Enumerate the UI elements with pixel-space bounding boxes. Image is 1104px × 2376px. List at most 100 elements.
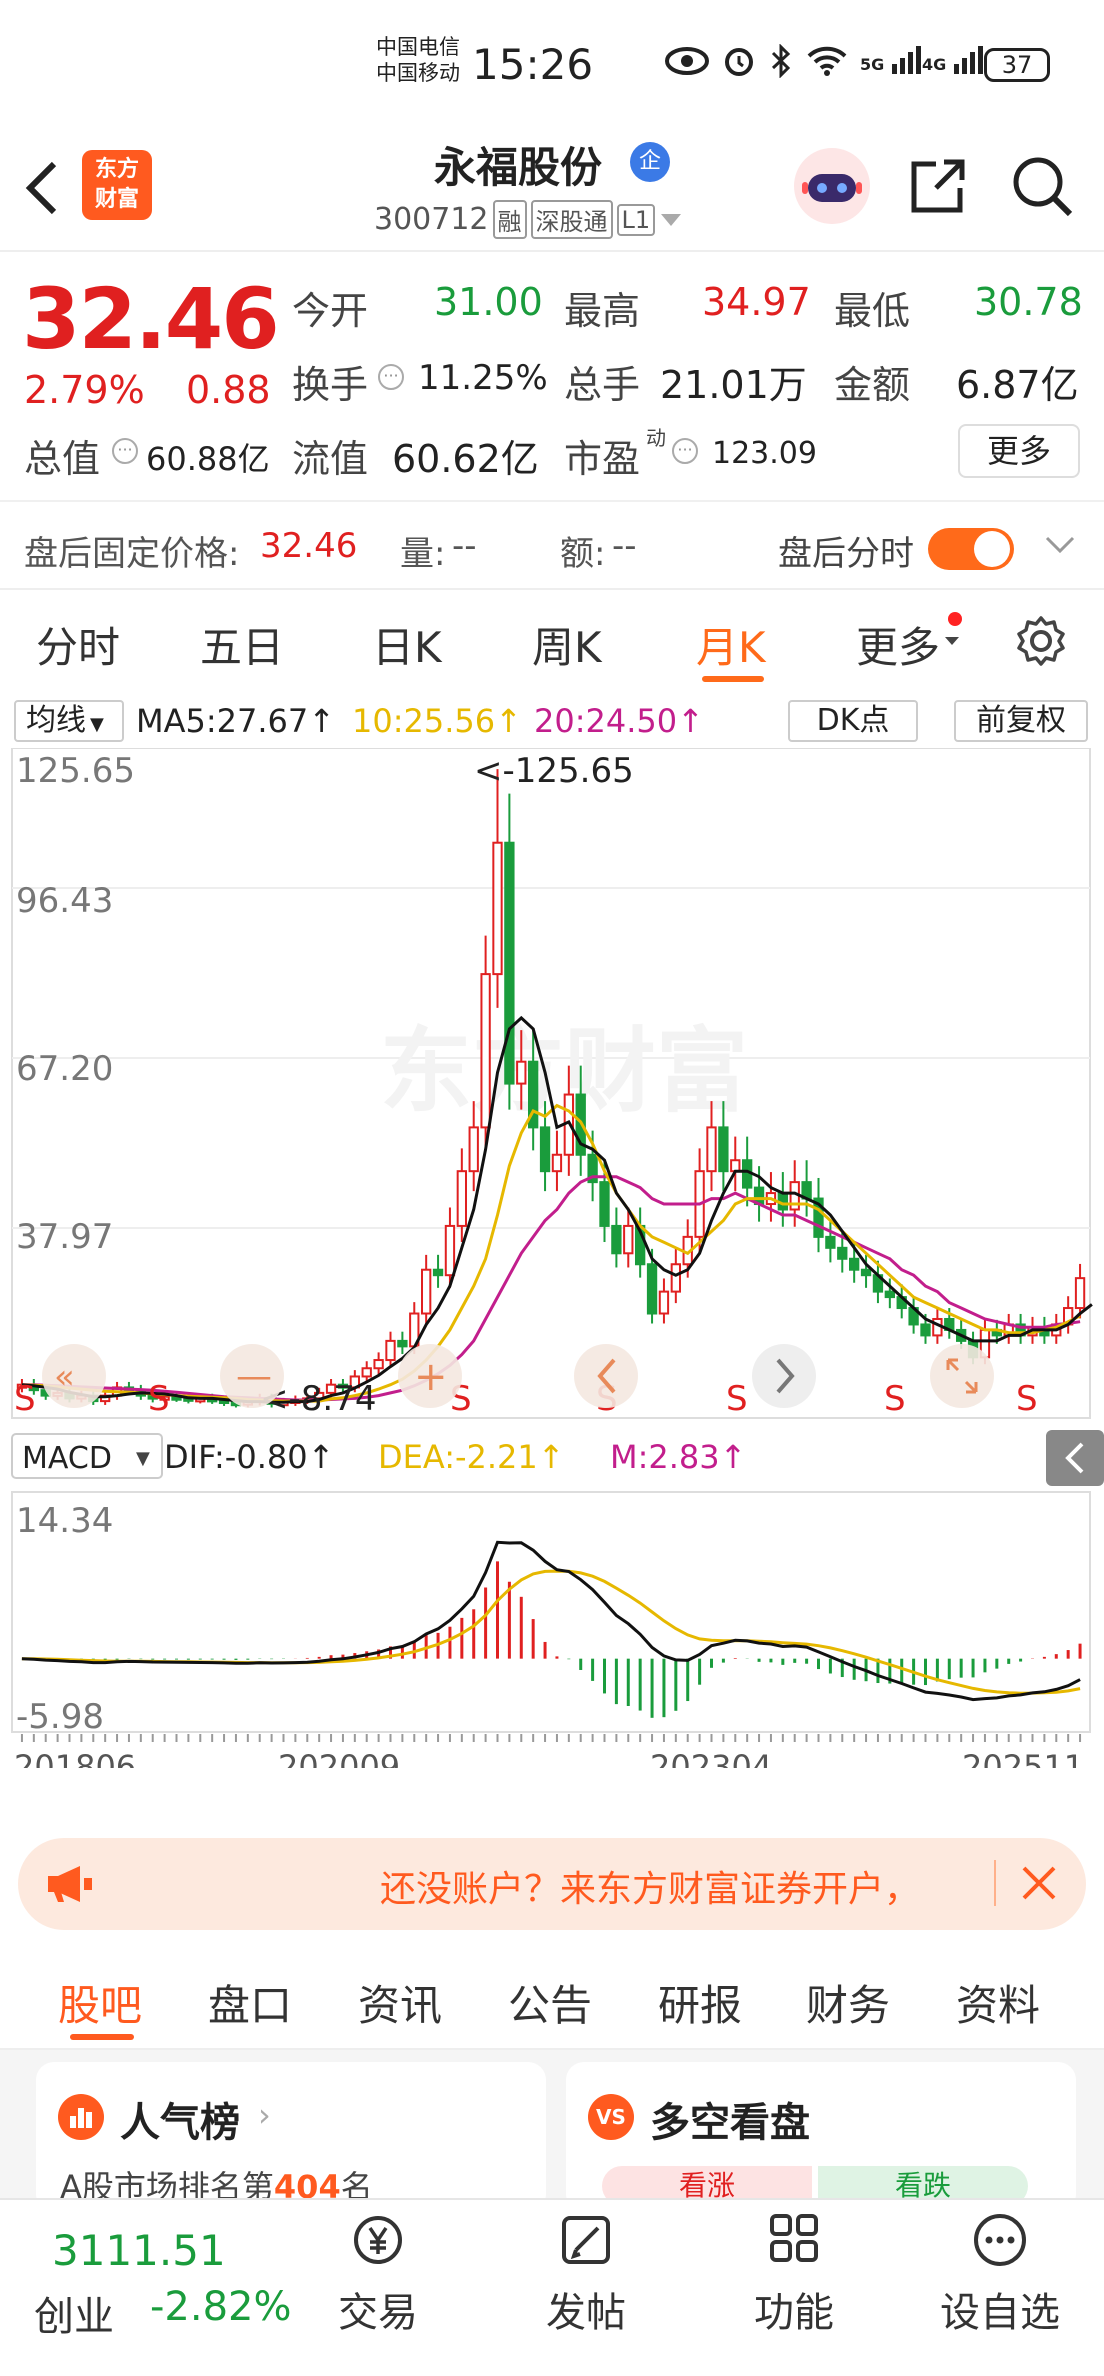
nav-post[interactable]: 发帖 xyxy=(516,2210,656,2338)
candle-body xyxy=(551,1153,563,1173)
close-ad-button[interactable] xyxy=(1016,1860,1062,1910)
amount-value: 6.87亿 xyxy=(956,363,1079,407)
logo-line-1: 东方 xyxy=(94,157,139,182)
edit-pencil-icon xyxy=(562,2216,610,2264)
expand-icon[interactable] xyxy=(1044,534,1076,560)
x-axis-ticks xyxy=(20,1734,1082,1742)
scroll-left-button[interactable]: « xyxy=(42,1344,106,1408)
open-label: 今开 xyxy=(292,289,369,333)
y-tick-1: 125.65 xyxy=(16,751,135,791)
amount-label: 金额 xyxy=(834,363,911,407)
x-tick-4: 202511 xyxy=(962,1748,1084,1768)
candle-body xyxy=(884,1290,895,1299)
sentiment-card[interactable]: VS 多空看盘 看涨 看跌 xyxy=(566,2062,1076,2212)
last-price: 32.46 xyxy=(22,270,280,368)
change-pct: 2.79% xyxy=(24,368,145,412)
double-chevron-left-icon: « xyxy=(54,1357,75,1397)
nav-trade[interactable]: 交易 xyxy=(308,2210,448,2338)
macd-plot-frame xyxy=(11,1491,1091,1733)
tab-5day[interactable]: 五日 xyxy=(200,614,284,675)
nav-function-label: 功能 xyxy=(754,2290,834,2336)
high-label: 最高 xyxy=(564,289,641,333)
candle-body xyxy=(646,1263,658,1315)
tab-intraday[interactable]: 分时 xyxy=(36,614,120,675)
pe-value: 123.09 xyxy=(712,436,817,471)
app-logo[interactable]: 东方 财富 xyxy=(82,150,152,220)
robot-assistant-icon[interactable] xyxy=(794,148,870,224)
stock-code-row[interactable]: 300712 融 深股通 L1 xyxy=(374,200,683,239)
prev-button[interactable] xyxy=(574,1344,638,1408)
tag-margin: 融 xyxy=(492,200,527,239)
kline-svg[interactable]: 东方财富 125.65 96.43 67.20 37.97 <-125.65 <… xyxy=(0,748,1104,1768)
index-name[interactable]: 创业 xyxy=(34,2284,114,2342)
macd-select-label: MACD xyxy=(22,1441,112,1476)
ma-select-label: 均线 xyxy=(26,703,86,738)
ad-divider xyxy=(994,1860,996,1906)
battery-level: 37 xyxy=(1001,51,1033,79)
nav-function[interactable]: 功能 xyxy=(724,2210,864,2338)
stock-header: 东方 财富 永福股份 企 300712 融 深股通 L1 xyxy=(0,130,1104,252)
stock-code: 300712 xyxy=(374,202,489,237)
candle-body xyxy=(599,1181,610,1227)
ma-select-caret-icon: ▼ xyxy=(90,714,104,735)
signal-1-label: 5G xyxy=(860,55,885,74)
close-icon xyxy=(1022,1866,1056,1900)
open-account-banner[interactable]: 还没账户？来东方财富证券开户， xyxy=(18,1838,1086,1930)
mktcap-value: 60.88亿 xyxy=(146,440,270,478)
alarm-icon xyxy=(722,44,756,82)
zoom-out-button[interactable]: — xyxy=(220,1344,284,1408)
candle-body xyxy=(718,1126,729,1173)
clock: 15:26 xyxy=(472,40,594,89)
tab-monthly[interactable]: 月K xyxy=(696,614,766,675)
signal-2-label: 4G xyxy=(922,55,947,74)
tab-forum[interactable]: 股吧 xyxy=(58,1972,142,2033)
tab-weekly[interactable]: 周K xyxy=(532,614,602,675)
popularity-title: 人气榜 xyxy=(120,2100,240,2146)
float-value: 60.62亿 xyxy=(392,437,539,481)
tab-daily[interactable]: 日K xyxy=(372,614,442,675)
signal-s-1: S xyxy=(148,1379,170,1419)
macd-select-caret-icon: ▼ xyxy=(136,1448,150,1469)
tab-news[interactable]: 资讯 xyxy=(358,1972,442,2033)
volume-label: 总手 xyxy=(564,363,641,407)
tab-research[interactable]: 研报 xyxy=(658,1972,742,2033)
dk-point-button[interactable]: DK点 xyxy=(788,700,918,742)
tab-more[interactable]: 更多 xyxy=(856,614,940,675)
settings-gear-icon[interactable] xyxy=(1014,614,1068,672)
index-change[interactable]: -2.82% xyxy=(150,2284,292,2330)
tab-profile[interactable]: 资料 xyxy=(956,1972,1040,2033)
adjust-button[interactable]: 前复权 xyxy=(954,700,1088,742)
candle-body xyxy=(397,1339,408,1348)
nav-watchlist[interactable]: 设自选 xyxy=(930,2210,1070,2338)
after-hours-toggle[interactable] xyxy=(928,528,1014,570)
candle-body xyxy=(492,841,503,976)
enterprise-badge: 企 xyxy=(630,142,670,182)
ma-select[interactable]: 均线 ▼ xyxy=(14,700,124,742)
x-tick-3: 202304 xyxy=(650,1748,772,1768)
zoom-in-button[interactable]: + xyxy=(398,1344,462,1408)
tab-orderbook[interactable]: 盘口 xyxy=(208,1972,292,2033)
m-legend: M:2.83↑ xyxy=(610,1438,746,1476)
index-value[interactable]: 3111.51 xyxy=(52,2226,226,2275)
mktcap-info-icon[interactable]: ··· xyxy=(112,438,138,464)
wifi-icon xyxy=(806,46,848,80)
next-button[interactable] xyxy=(752,1344,816,1408)
tab-finance[interactable]: 财务 xyxy=(806,1972,890,2033)
popularity-card[interactable]: 人气榜 › A股市场排名第404名 xyxy=(36,2062,546,2212)
side-panel-toggle[interactable] xyxy=(1046,1430,1104,1486)
fullscreen-button[interactable] xyxy=(930,1344,994,1408)
carrier-2: 中国移动 xyxy=(376,61,460,85)
kline-chart-area[interactable]: 均线 ▼ MA5:27.67↑ 10:25.56↑ 20:24.50↑ DK点 前… xyxy=(0,690,1104,1820)
pe-info-icon[interactable]: ··· xyxy=(672,438,698,464)
search-icon[interactable] xyxy=(1010,154,1076,224)
turnover-info-icon[interactable]: ··· xyxy=(378,364,404,390)
back-button[interactable] xyxy=(22,158,62,222)
more-button[interactable]: 更多 xyxy=(958,424,1080,478)
share-icon[interactable] xyxy=(906,156,968,222)
plus-icon: + xyxy=(414,1354,448,1400)
bluetooth-icon xyxy=(770,43,792,82)
high-value: 34.97 xyxy=(702,280,811,324)
candle-body xyxy=(504,841,515,1085)
dk-point-label: DK点 xyxy=(816,703,890,738)
tab-announcements[interactable]: 公告 xyxy=(508,1972,592,2033)
